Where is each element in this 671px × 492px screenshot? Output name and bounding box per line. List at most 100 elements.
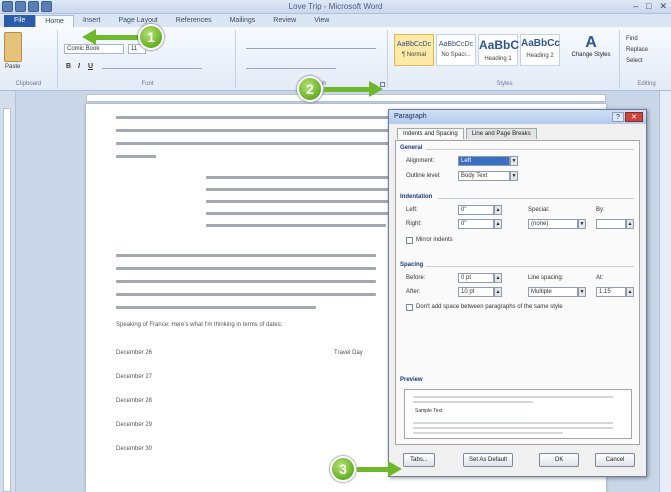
- window-title: Love Trip - Microsoft Word: [288, 2, 383, 11]
- styles-group: AaBbCcDc ¶ Normal AaBbCcDc No Spaci... A…: [390, 30, 620, 88]
- right-indent-field[interactable]: 0": [458, 219, 494, 229]
- preview-heading: Preview: [400, 377, 423, 383]
- spinner-icon[interactable]: ▲: [494, 219, 502, 229]
- font-name-box[interactable]: Comic Book: [64, 44, 124, 54]
- at-field[interactable]: 1.15: [596, 287, 626, 297]
- outline-level-select[interactable]: Body Text: [458, 171, 510, 181]
- quote-line: [206, 176, 396, 179]
- find-button[interactable]: Find: [626, 36, 638, 42]
- tab-file[interactable]: File: [4, 15, 36, 27]
- text-line: [116, 306, 316, 309]
- font-tools-row: [102, 68, 202, 69]
- dialog-close-button[interactable]: ✕: [625, 112, 643, 122]
- text-line: [116, 129, 416, 132]
- style-no-spacing[interactable]: AaBbCcDc No Spaci...: [436, 34, 476, 66]
- speaking-line: Speaking of France: Here's what I'm thin…: [116, 322, 283, 328]
- spinner-icon[interactable]: ▲: [494, 273, 502, 283]
- chevron-down-icon[interactable]: ▼: [510, 156, 518, 166]
- help-button[interactable]: ?: [612, 112, 624, 122]
- callout-badge-2: 2: [297, 76, 323, 102]
- tab-line-page-breaks[interactable]: Line and Page Breaks: [465, 128, 537, 139]
- day-item: December 28: [116, 398, 153, 404]
- chevron-down-icon[interactable]: ▼: [578, 219, 586, 229]
- line-spacing-select[interactable]: Multiple: [528, 287, 578, 297]
- chevron-down-icon[interactable]: ▼: [578, 287, 586, 297]
- replace-button[interactable]: Replace: [626, 47, 648, 53]
- tab-references[interactable]: References: [167, 15, 221, 27]
- spinner-icon[interactable]: ▲: [494, 287, 502, 297]
- general-heading: General: [400, 145, 423, 151]
- vertical-ruler: [3, 108, 11, 492]
- clipboard-group: Paste Clipboard: [0, 30, 58, 88]
- italic-button[interactable]: I: [78, 63, 80, 70]
- paste-button[interactable]: [4, 32, 22, 62]
- tab-insert[interactable]: Insert: [74, 15, 110, 27]
- window-controls: – □ ✕: [633, 1, 667, 12]
- preview-line: [413, 396, 613, 398]
- spinner-icon[interactable]: ▲: [626, 219, 634, 229]
- style-heading-1[interactable]: AaBbC Heading 1: [478, 34, 520, 66]
- word-window: Love Trip - Microsoft Word – □ ✕ File Ho…: [0, 0, 671, 492]
- spinner-icon[interactable]: ▲: [494, 205, 502, 215]
- tab-view[interactable]: View: [305, 15, 338, 27]
- preview-box: Sample Text: [404, 389, 632, 439]
- callout-badge-1: 1: [138, 24, 164, 50]
- chevron-down-icon[interactable]: ▼: [510, 171, 518, 181]
- preview-line: [413, 422, 613, 424]
- cancel-button[interactable]: Cancel: [595, 453, 635, 467]
- vertical-scrollbar[interactable]: [659, 91, 671, 492]
- after-label: After:: [406, 289, 421, 295]
- style-heading-2[interactable]: AaBbCc Heading 2: [520, 34, 560, 66]
- mirror-indents-checkbox[interactable]: [406, 237, 413, 244]
- style-normal[interactable]: AaBbCcDc ¶ Normal: [394, 34, 434, 66]
- text-line: [116, 254, 376, 257]
- close-button[interactable]: ✕: [659, 1, 667, 12]
- day-item: December 30: [116, 446, 153, 452]
- quote-line: [206, 224, 386, 227]
- alignment-select[interactable]: Left: [458, 156, 510, 166]
- preview-line: [413, 432, 563, 434]
- dialog-body: General Alignment: Left ▼ Outline level:…: [395, 140, 640, 445]
- day-item: December 26: [116, 350, 153, 356]
- style-preview: AaBbC: [479, 38, 520, 52]
- change-styles-label: Change Styles: [571, 52, 611, 58]
- line-spacing-label: Line spacing:: [528, 275, 564, 281]
- section-divider: [426, 149, 634, 150]
- tab-indents-spacing[interactable]: Indents and Spacing: [397, 128, 464, 139]
- bold-button[interactable]: B: [66, 63, 71, 70]
- alignment-label: Alignment:: [406, 158, 435, 164]
- before-field[interactable]: 0 pt: [458, 273, 494, 283]
- title-bar: Love Trip - Microsoft Word – □ ✕: [0, 0, 671, 14]
- dialog-title-bar: Paragraph ? ✕: [389, 110, 646, 124]
- editing-group-label: Editing: [637, 81, 656, 87]
- mirror-indents-label: Mirror indents: [416, 237, 453, 243]
- horizontal-ruler[interactable]: [86, 94, 606, 102]
- ok-button[interactable]: OK: [539, 453, 579, 467]
- at-label: At:: [596, 275, 604, 281]
- dont-add-space-checkbox[interactable]: [406, 304, 413, 311]
- select-button[interactable]: Select: [626, 58, 643, 64]
- preview-line: [413, 427, 613, 429]
- by-field[interactable]: [596, 219, 626, 229]
- set-default-button[interactable]: Set As Default: [463, 453, 513, 467]
- after-field[interactable]: 10 pt: [458, 287, 494, 297]
- outline-level-label: Outline level:: [406, 173, 441, 179]
- maximize-button[interactable]: □: [646, 1, 651, 12]
- quote-line: [206, 200, 396, 203]
- tab-review[interactable]: Review: [264, 15, 305, 27]
- callout-badge-3: 3: [330, 456, 356, 482]
- indentation-heading: Indentation: [400, 194, 433, 200]
- spinner-icon[interactable]: ▲: [626, 287, 634, 297]
- callout-arrowhead-icon: [369, 81, 383, 97]
- spacing-heading: Spacing: [400, 262, 424, 268]
- tabs-button[interactable]: Tabs...: [403, 453, 435, 467]
- minimize-button[interactable]: –: [633, 1, 638, 12]
- tab-home[interactable]: Home: [35, 15, 74, 27]
- change-styles-button[interactable]: A Change Styles: [568, 34, 614, 74]
- special-select[interactable]: (none): [528, 219, 578, 229]
- underline-button[interactable]: U: [88, 63, 93, 70]
- align-tools-row: [246, 68, 336, 69]
- left-indent-field[interactable]: 0": [458, 205, 494, 215]
- list-tools-row: [246, 48, 376, 49]
- tab-mailings[interactable]: Mailings: [221, 15, 265, 27]
